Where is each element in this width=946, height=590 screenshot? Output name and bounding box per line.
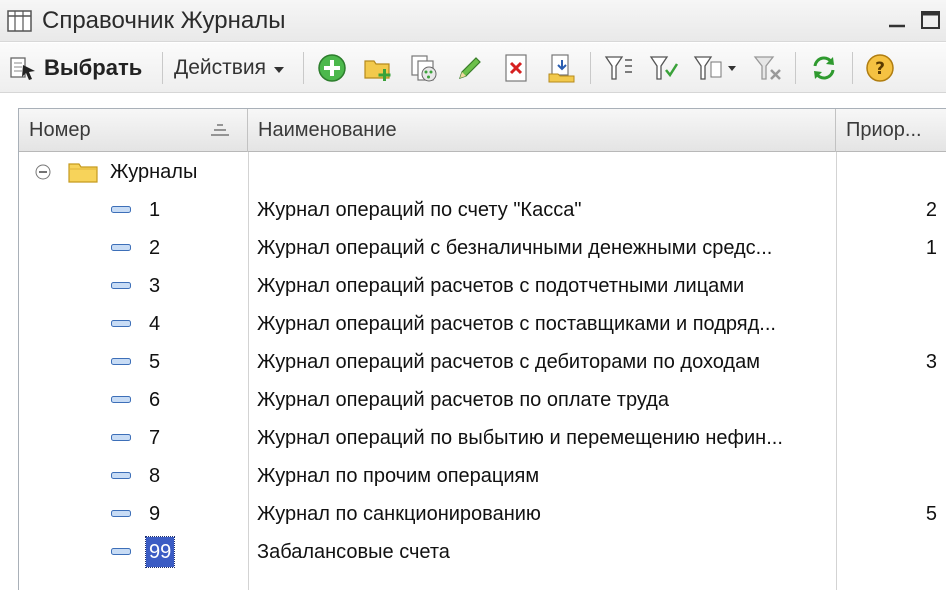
title-bar: Справочник Журналы bbox=[0, 0, 946, 42]
row-name: Журнал операций расчетов по оплате труда bbox=[257, 389, 669, 411]
element-icon bbox=[111, 434, 131, 441]
row-priority: 1 bbox=[925, 237, 937, 259]
element-icon bbox=[111, 320, 131, 327]
row-number: 2 bbox=[149, 237, 161, 259]
table-row[interactable]: 1 Журнал операций по счету "Касса" 2 bbox=[19, 191, 946, 229]
row-number: 4 bbox=[149, 313, 161, 335]
svg-text:?: ? bbox=[875, 59, 885, 79]
table-row-selected[interactable]: 99 Забалансовые счета bbox=[19, 533, 946, 571]
element-icon bbox=[111, 510, 131, 517]
chevron-down-icon[interactable] bbox=[728, 66, 736, 71]
row-number: 1 bbox=[149, 199, 161, 221]
row-name: Журнал операций расчетов с дебиторами по… bbox=[257, 351, 760, 373]
row-number-selected[interactable]: 99 bbox=[144, 536, 176, 568]
row-priority: 5 bbox=[925, 503, 937, 525]
row-name: Журнал по санкционированию bbox=[257, 503, 541, 525]
table-row[interactable]: 3 Журнал операций расчетов с подотчетным… bbox=[19, 267, 946, 305]
maximize-icon[interactable] bbox=[920, 9, 942, 31]
add-icon[interactable] bbox=[316, 52, 348, 84]
row-priority bbox=[836, 305, 937, 343]
row-number: 5 bbox=[149, 351, 161, 373]
select-button-label: Выбрать bbox=[44, 55, 143, 80]
element-icon bbox=[111, 244, 131, 251]
collapse-icon[interactable] bbox=[35, 164, 51, 180]
row-name: Журнал операций по счету "Касса" bbox=[257, 199, 582, 221]
group-label: Журналы bbox=[110, 161, 198, 183]
group-row-journals[interactable]: Журналы bbox=[19, 153, 946, 191]
row-priority: 3 bbox=[925, 351, 937, 373]
row-priority: 2 bbox=[925, 199, 937, 221]
journals-table: Номер Наименование Приор... Журналы 1 Жу bbox=[18, 108, 946, 590]
clear-filter-icon[interactable] bbox=[752, 52, 784, 84]
table-row[interactable]: 5 Журнал операций расчетов с дебиторами … bbox=[19, 343, 946, 381]
row-name: Журнал операций расчетов с поставщиками … bbox=[257, 313, 776, 335]
refresh-icon[interactable] bbox=[808, 52, 840, 84]
sort-icon[interactable] bbox=[209, 123, 231, 139]
toolbar-divider bbox=[852, 52, 853, 84]
catalog-table-icon bbox=[7, 10, 32, 32]
row-name: Забалансовые счета bbox=[257, 541, 450, 563]
filter-history-icon[interactable] bbox=[692, 52, 724, 84]
row-priority bbox=[836, 457, 937, 495]
add-group-icon[interactable] bbox=[362, 52, 394, 84]
element-icon bbox=[111, 472, 131, 479]
row-name: Журнал по прочим операциям bbox=[257, 465, 540, 487]
element-icon bbox=[111, 206, 131, 213]
row-name: Журнал операций по выбытию и перемещению… bbox=[257, 427, 783, 449]
folder-icon bbox=[68, 163, 98, 183]
select-icon bbox=[10, 57, 35, 80]
copy-icon[interactable] bbox=[408, 52, 440, 84]
table-row[interactable]: 9 Журнал по санкционированию 5 bbox=[19, 495, 946, 533]
row-number: 9 bbox=[149, 503, 161, 525]
table-header: Номер Наименование Приор... bbox=[19, 109, 946, 152]
move-to-group-icon[interactable] bbox=[546, 52, 578, 84]
row-priority bbox=[836, 533, 937, 571]
actions-menu-label: Действия bbox=[174, 56, 267, 79]
column-header-name[interactable]: Наименование bbox=[248, 109, 836, 152]
toolbar-divider bbox=[303, 52, 304, 84]
toolbar: Выбрать Действия ? bbox=[0, 43, 946, 93]
table-row[interactable]: 8 Журнал по прочим операциям bbox=[19, 457, 946, 495]
element-icon bbox=[111, 396, 131, 403]
row-priority bbox=[836, 419, 937, 457]
row-number: 3 bbox=[149, 275, 161, 297]
table-row[interactable]: 7 Журнал операций по выбытию и перемещен… bbox=[19, 419, 946, 457]
edit-icon[interactable] bbox=[454, 52, 486, 84]
toolbar-divider bbox=[795, 52, 796, 84]
element-icon bbox=[111, 548, 131, 555]
row-priority bbox=[836, 267, 937, 305]
column-header-label: Номер bbox=[29, 119, 91, 141]
column-header-label: Наименование bbox=[258, 119, 397, 141]
element-icon bbox=[111, 282, 131, 289]
actions-menu-button[interactable]: Действия bbox=[174, 49, 285, 87]
table-row[interactable]: 2 Журнал операций с безналичными денежны… bbox=[19, 229, 946, 267]
row-name: Журнал операций расчетов с подотчетными … bbox=[257, 275, 745, 297]
toolbar-divider bbox=[162, 52, 163, 84]
column-header-priority[interactable]: Приор... bbox=[836, 109, 946, 152]
filter-by-value-icon[interactable] bbox=[648, 52, 680, 84]
row-name: Журнал операций с безналичными денежными… bbox=[257, 237, 773, 259]
chevron-down-icon bbox=[274, 66, 285, 73]
delete-icon[interactable] bbox=[500, 52, 532, 84]
window-title: Справочник Журналы bbox=[42, 7, 286, 34]
table-row[interactable]: 4 Журнал операций расчетов с поставщикам… bbox=[19, 305, 946, 343]
row-priority bbox=[836, 381, 937, 419]
table-row[interactable]: 6 Журнал операций расчетов по оплате тру… bbox=[19, 381, 946, 419]
row-number: 6 bbox=[149, 389, 161, 411]
minimize-icon[interactable] bbox=[886, 9, 908, 31]
element-icon bbox=[111, 358, 131, 365]
row-number: 7 bbox=[149, 427, 161, 449]
toolbar-divider bbox=[590, 52, 591, 84]
help-icon[interactable]: ? bbox=[864, 52, 896, 84]
row-number: 8 bbox=[149, 465, 161, 487]
select-button[interactable]: Выбрать bbox=[8, 49, 142, 87]
column-header-label: Приор... bbox=[846, 119, 922, 141]
filter-icon[interactable] bbox=[603, 52, 635, 84]
